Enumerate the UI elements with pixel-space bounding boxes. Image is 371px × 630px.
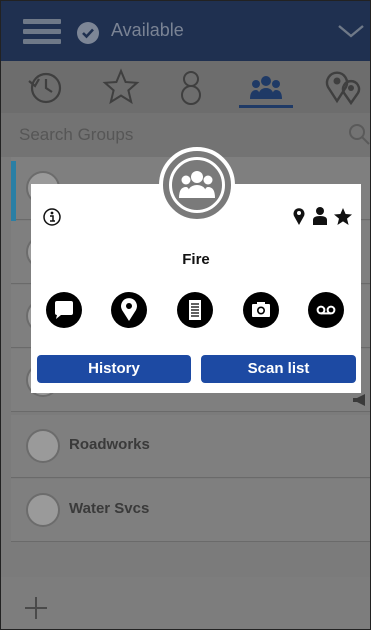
group-avatar-icon [26, 429, 60, 463]
menu-icon[interactable] [23, 19, 61, 45]
history-button[interactable]: History [37, 355, 191, 383]
person-icon [316, 207, 324, 215]
message-icon[interactable] [46, 292, 82, 328]
groups-icon[interactable] [246, 67, 286, 107]
selected-row-indicator [11, 161, 16, 221]
list-item[interactable]: Roadworks [11, 415, 370, 478]
contact-icon[interactable] [171, 67, 211, 107]
app-frame: Available Search Groups Roadworks Water … [0, 0, 371, 630]
info-icon[interactable] [43, 208, 61, 226]
tab-bar [1, 61, 370, 113]
group-avatar-icon [26, 493, 60, 527]
bottom-bar [1, 577, 370, 629]
favorite-star-icon [334, 208, 352, 225]
status-label[interactable]: Available [111, 20, 184, 41]
active-tab-indicator [239, 105, 293, 108]
plus-icon[interactable] [23, 595, 49, 621]
star-icon[interactable] [101, 67, 141, 107]
list-item[interactable]: Water Svcs [11, 479, 370, 542]
location-icon [293, 208, 305, 225]
location-people-icon[interactable] [323, 67, 363, 107]
recent-history-icon[interactable] [25, 67, 65, 107]
top-bar: Available [1, 1, 370, 61]
group-label: Water Svcs [69, 500, 150, 517]
location-pin-icon[interactable] [111, 292, 147, 328]
chevron-down-icon[interactable] [337, 21, 365, 41]
scan-list-button[interactable]: Scan list [201, 355, 356, 383]
megaphone-icon [353, 394, 365, 406]
document-icon[interactable] [177, 292, 213, 328]
group-label: Roadworks [69, 436, 150, 453]
popup-title: Fire [182, 251, 210, 268]
voicemail-icon[interactable] [308, 292, 344, 328]
search-icon[interactable] [347, 122, 371, 146]
group-avatar-icon [159, 147, 235, 223]
camera-icon[interactable] [243, 292, 279, 328]
status-check-icon[interactable] [77, 22, 99, 44]
popup-status-icons [293, 207, 352, 225]
search-input[interactable] [19, 123, 319, 147]
